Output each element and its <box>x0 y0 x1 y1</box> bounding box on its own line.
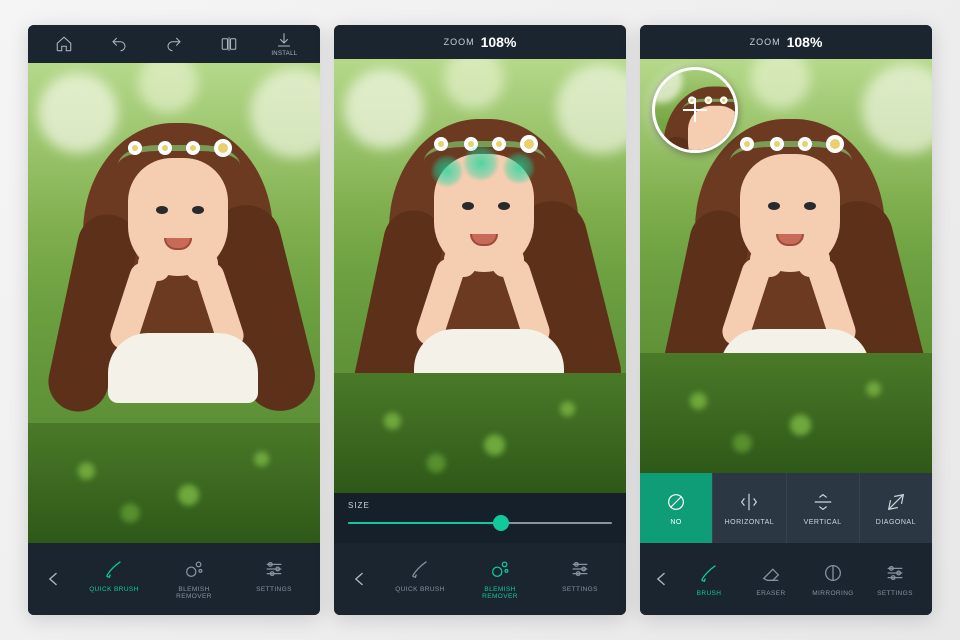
tool-label: MIRRORING <box>812 590 854 597</box>
home-button[interactable] <box>44 35 84 53</box>
sliders-icon <box>263 558 285 580</box>
mirror-tab-label: DIAGONAL <box>876 519 916 526</box>
tool-settings[interactable]: SETTINGS <box>549 558 611 600</box>
sliders-icon <box>884 562 906 584</box>
slider-thumb[interactable] <box>493 515 509 531</box>
crosshair-icon <box>683 98 707 122</box>
mirror-horizontal-icon <box>738 491 760 513</box>
tool-label: BLEMISH REMOVER <box>163 586 225 600</box>
mirror-tab-label: VERTICAL <box>804 519 842 526</box>
tool-quick-brush[interactable]: QUICK BRUSH <box>389 558 451 600</box>
tool-label: SETTINGS <box>256 586 292 593</box>
install-button[interactable]: INSTALL <box>264 31 304 57</box>
brush-stroke <box>462 144 500 182</box>
image-canvas[interactable] <box>28 63 320 543</box>
bottom-toolbar: BRUSH ERASER MIRRORING SETTINGS <box>640 543 932 615</box>
tool-label: BRUSH <box>697 590 722 597</box>
mirror-tab-no[interactable]: NO <box>640 473 712 543</box>
mirror-tab-label: NO <box>670 519 682 526</box>
tool-brush[interactable]: BRUSH <box>678 562 740 597</box>
mirror-tab-label: HORIZONTAL <box>725 519 775 526</box>
zoom-label: ZOOM <box>444 37 475 47</box>
arrow-left-icon <box>350 569 370 589</box>
eraser-icon <box>760 562 782 584</box>
tool-settings[interactable]: SETTINGS <box>864 562 926 597</box>
bottom-toolbar: QUICK BRUSH BLEMISH REMOVER SETTINGS <box>334 543 626 615</box>
tool-eraser[interactable]: ERASER <box>740 562 802 597</box>
size-slider-panel: SIZE <box>334 493 626 543</box>
bottom-toolbar: QUICK BRUSH BLEMISH REMOVER SETTINGS <box>28 543 320 615</box>
tool-mirroring[interactable]: MIRRORING <box>802 562 864 597</box>
brush-stroke <box>502 151 536 185</box>
zoom-indicator: ZOOM 108% <box>334 25 626 59</box>
compare-icon <box>220 35 238 53</box>
back-button[interactable] <box>34 569 74 589</box>
install-label: INSTALL <box>271 51 297 57</box>
tool-quick-brush[interactable]: QUICK BRUSH <box>83 558 145 600</box>
brush-stroke <box>430 154 464 188</box>
mirror-vertical-icon <box>812 491 834 513</box>
mirror-icon <box>822 562 844 584</box>
brush-icon <box>103 558 125 580</box>
mirror-tab-horizontal[interactable]: HORIZONTAL <box>712 473 785 543</box>
mirror-tab-diagonal[interactable]: DIAGONAL <box>859 473 932 543</box>
zoom-value: 108% <box>787 34 823 50</box>
edited-photo <box>334 59 626 493</box>
zoom-label: ZOOM <box>750 37 781 47</box>
no-mirror-icon <box>665 491 687 513</box>
mirror-diagonal-icon <box>885 491 907 513</box>
redo-icon <box>165 35 183 53</box>
tool-label: SETTINGS <box>877 590 913 597</box>
blemish-icon <box>183 558 205 580</box>
tool-label: SETTINGS <box>562 586 598 593</box>
preview-loupe <box>652 67 738 153</box>
top-toolbar: INSTALL <box>28 25 320 63</box>
mirror-tab-vertical[interactable]: VERTICAL <box>786 473 859 543</box>
tool-label: BLEMISH REMOVER <box>469 586 531 600</box>
compare-button[interactable] <box>209 35 249 53</box>
tool-blemish-remover[interactable]: BLEMISH REMOVER <box>163 558 225 600</box>
back-button[interactable] <box>646 569 678 589</box>
size-slider[interactable] <box>348 516 612 530</box>
home-icon <box>55 35 73 53</box>
tool-label: QUICK BRUSH <box>89 586 139 593</box>
edited-photo <box>28 63 320 543</box>
size-label: SIZE <box>348 501 612 510</box>
brush-icon <box>409 558 431 580</box>
mirror-tabs: NO HORIZONTAL VERTICAL DIAGONAL <box>640 473 932 543</box>
blemish-icon <box>489 558 511 580</box>
brush-icon <box>698 562 720 584</box>
sliders-icon <box>569 558 591 580</box>
zoom-indicator: ZOOM 108% <box>640 25 932 59</box>
image-canvas[interactable] <box>640 59 932 473</box>
redo-button[interactable] <box>154 35 194 53</box>
screen-2: ZOOM 108% SIZE QUICK BRUSH <box>334 25 626 615</box>
tool-blemish-remover[interactable]: BLEMISH REMOVER <box>469 558 531 600</box>
image-canvas[interactable] <box>334 59 626 493</box>
arrow-left-icon <box>44 569 64 589</box>
tool-label: ERASER <box>756 590 785 597</box>
undo-button[interactable] <box>99 35 139 53</box>
screen-1: INSTALL QUICK BRUSH BLEMISH REMOVER <box>28 25 320 615</box>
zoom-value: 108% <box>481 34 517 50</box>
arrow-left-icon <box>652 569 672 589</box>
undo-icon <box>110 35 128 53</box>
tool-label: QUICK BRUSH <box>395 586 445 593</box>
download-icon <box>275 31 293 49</box>
screen-3: ZOOM 108% NO HORI <box>640 25 932 615</box>
back-button[interactable] <box>340 569 380 589</box>
tool-settings[interactable]: SETTINGS <box>243 558 305 600</box>
